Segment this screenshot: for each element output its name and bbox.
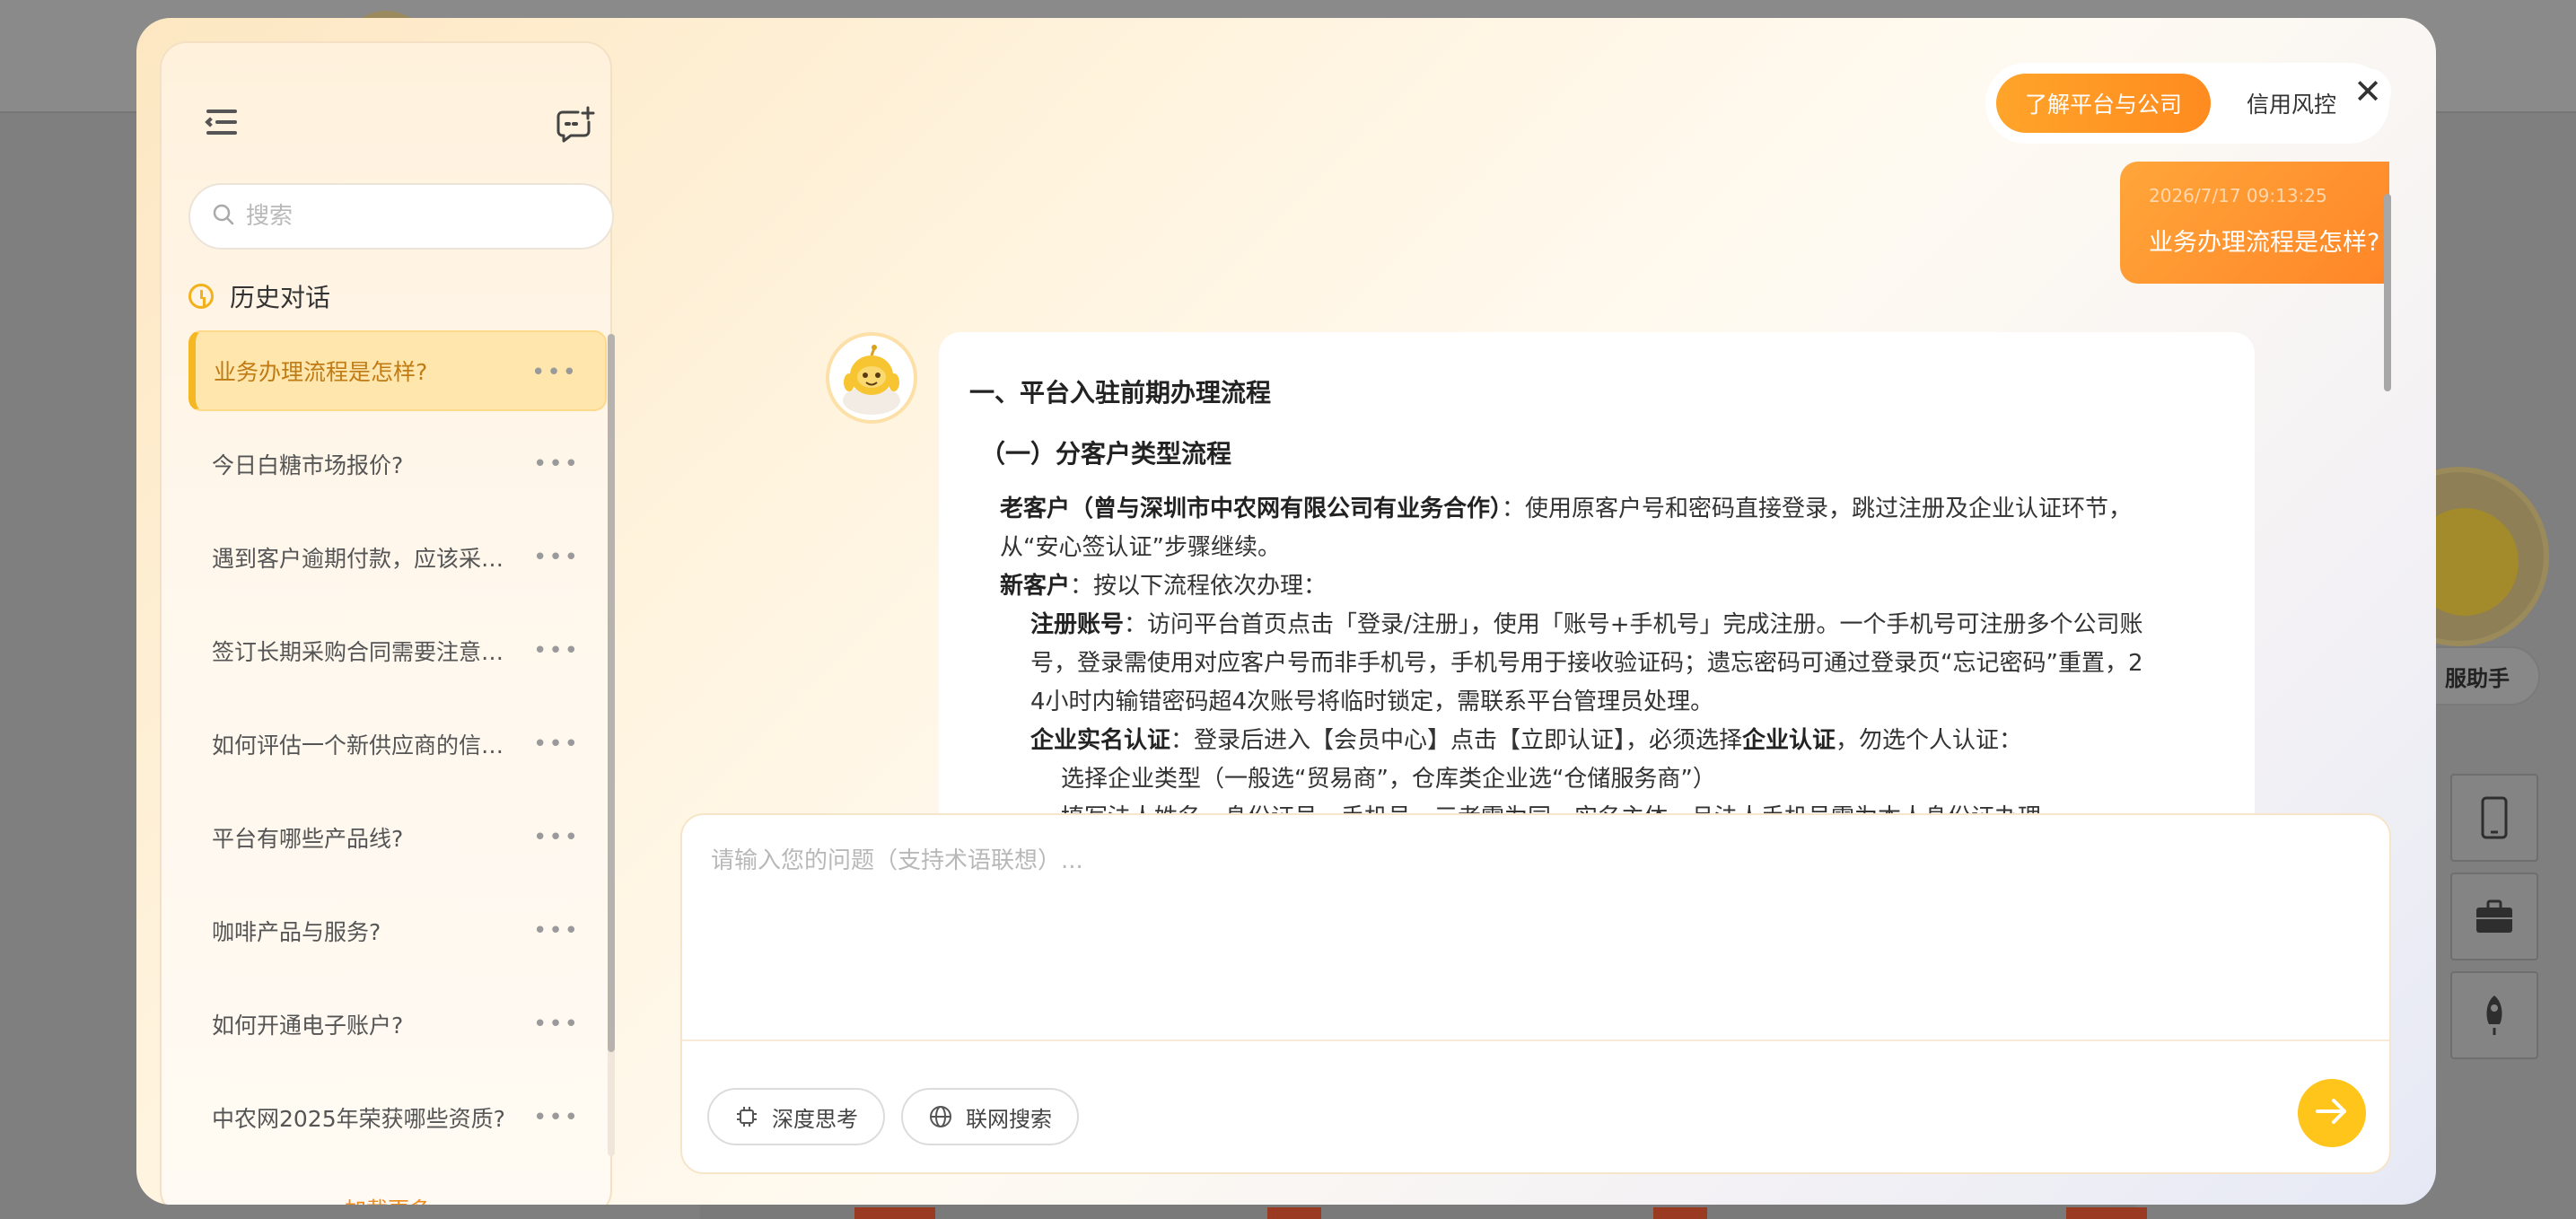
sidebar-scrollbar-thumb[interactable]	[608, 334, 615, 1052]
deep-think-button[interactable]: 深度思考	[707, 1088, 885, 1145]
more-icon[interactable]: •••	[531, 359, 578, 386]
chat-messages: 2026/7/17 09:13:25 业务办理流程是怎样? 一、平台入驻前期办理…	[666, 162, 2389, 813]
load-more-link[interactable]: 加载更多	[162, 1192, 614, 1205]
arrow-right-icon	[2314, 1096, 2350, 1130]
background-product-thumb	[1267, 1207, 1321, 1219]
clock-icon	[188, 284, 214, 309]
send-button[interactable]	[2298, 1079, 2366, 1147]
more-icon[interactable]: •••	[533, 637, 580, 664]
history-sidebar: 历史对话 业务办理流程是怎样? ••• 今日白糖市场报价? ••• 遇到客户逾期…	[160, 41, 615, 1205]
more-icon[interactable]: •••	[533, 451, 580, 478]
tab-credit-risk[interactable]: 信用风控	[2211, 74, 2365, 133]
assistant-message-bubble: 一、平台入驻前期办理流程 （一）分客户类型流程 老客户（曾与深圳市中农网有限公司…	[939, 332, 2255, 813]
chat-scrollbar-thumb[interactable]	[2384, 194, 2391, 391]
question-input[interactable]	[711, 842, 2362, 995]
new-chat-icon[interactable]	[556, 106, 596, 144]
input-divider	[682, 1039, 2389, 1041]
menu-collapse-icon[interactable]	[205, 108, 239, 136]
message-time: 2026/7/17 09:13:25	[2149, 185, 2327, 206]
more-icon[interactable]: •••	[533, 917, 580, 944]
briefcase-icon	[2450, 873, 2538, 960]
answer-paragraph: 企业实名认证：登录后进入【会员中心】点击【立即认证】，必须选择企业认证，勿选个人…	[1030, 727, 2023, 754]
answer-heading: 一、平台入驻前期办理流程	[969, 378, 1272, 408]
rocket-icon	[2450, 971, 2538, 1059]
close-icon[interactable]: ✕	[2344, 68, 2391, 115]
history-item[interactable]: 如何评估一个新供应商的信… •••	[188, 704, 607, 785]
answer-paragraph: 填写法人姓名、身份证号、手机号，三者需为同一实名主体，且法人手机号需为本人身份证…	[969, 799, 2224, 813]
answer-subheading: （一）分客户类型流程	[980, 439, 1232, 469]
assistant-avatar	[826, 332, 917, 424]
history-item[interactable]: 如何开通电子账户? •••	[188, 984, 607, 1065]
history-item[interactable]: 遇到客户逾期付款，应该采… •••	[188, 517, 607, 598]
answer-paragraph: 注册账号：访问平台首页点击「登录/注册」，使用「账号+手机号」完成注册。一个手机…	[1030, 611, 2143, 715]
user-message-bubble: 2026/7/17 09:13:25 业务办理流程是怎样?	[2120, 162, 2389, 284]
history-item[interactable]: 中农网2025年荣获哪些资质? •••	[188, 1077, 607, 1158]
history-heading: 历史对话	[188, 278, 330, 314]
answer-paragraph: 选择企业类型（一般选“贸易商”，仓库类企业选“仓储服务商”）	[1061, 766, 1716, 793]
phone-icon	[2450, 774, 2538, 862]
background-product-thumb	[1653, 1207, 1707, 1219]
chip-icon	[734, 1104, 759, 1129]
web-search-button[interactable]: 联网搜索	[901, 1088, 1079, 1145]
more-icon[interactable]: •••	[533, 824, 580, 851]
more-icon[interactable]: •••	[533, 731, 580, 758]
message-text: 业务办理流程是怎样?	[2149, 229, 2380, 257]
history-item[interactable]: 咖啡产品与服务? •••	[188, 890, 607, 971]
history-list: 业务办理流程是怎样? ••• 今日白糖市场报价? ••• 遇到客户逾期付款，应该…	[188, 330, 607, 1171]
background-product-thumb	[2066, 1207, 2147, 1219]
history-item[interactable]: 签订长期采购合同需要注意… •••	[188, 610, 607, 691]
more-icon[interactable]: •••	[533, 1104, 580, 1131]
topic-tabs: 了解平台与公司 信用风控	[1985, 63, 2389, 144]
answer-paragraph: 新客户：按以下流程依次办理：	[1000, 573, 1327, 600]
assistant-modal: 历史对话 业务办理流程是怎样? ••• 今日白糖市场报价? ••• 遇到客户逾期…	[136, 18, 2436, 1205]
history-item[interactable]: 今日白糖市场报价? •••	[188, 424, 607, 504]
history-search[interactable]	[188, 183, 614, 250]
more-icon[interactable]: •••	[533, 544, 580, 571]
search-icon	[212, 203, 235, 230]
background-side-tools	[2450, 774, 2540, 1070]
more-icon[interactable]: •••	[533, 1011, 580, 1038]
answer-paragraph: 老客户（曾与深圳市中农网有限公司有业务合作）：使用原客户号和密码直接登录，跳过注…	[1000, 495, 2133, 561]
history-item[interactable]: 业务办理流程是怎样? •••	[188, 330, 607, 411]
tab-platform-company[interactable]: 了解平台与公司	[1996, 74, 2212, 133]
search-input[interactable]	[246, 203, 587, 230]
background-product-thumb	[854, 1207, 935, 1219]
question-input-box: 深度思考 联网搜索	[680, 813, 2391, 1174]
history-item[interactable]: 平台有哪些产品线? •••	[188, 797, 607, 878]
globe-icon	[928, 1104, 953, 1129]
